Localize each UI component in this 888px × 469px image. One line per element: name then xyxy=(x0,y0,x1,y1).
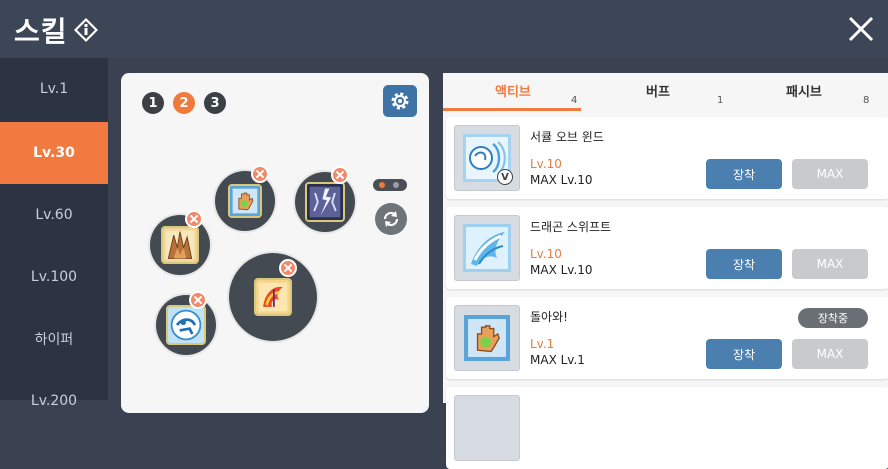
tab-active-count: 4 xyxy=(571,95,578,106)
skill-icon-frame xyxy=(454,395,520,461)
skill-max-level: MAX Lv.1 xyxy=(530,353,585,367)
v-skill-badge: V xyxy=(497,169,513,185)
page-toggle[interactable] xyxy=(373,179,407,191)
tab-passive-count: 8 xyxy=(863,95,870,106)
page-title: 스킬 xyxy=(14,15,68,48)
equipped-badge: 장착중 xyxy=(798,308,868,328)
sidebar-item-lv100[interactable]: Lv.100 xyxy=(0,246,108,308)
skill-slot-left[interactable] xyxy=(150,210,210,275)
skill-card: 돌아와! 장착중 Lv.1 MAX Lv.1 장착 MAX xyxy=(446,297,888,379)
page-dot xyxy=(393,182,399,188)
sidebar-item-lv1[interactable]: Lv.1 xyxy=(0,58,108,120)
preset-3-button[interactable]: 3 xyxy=(204,92,226,114)
rock-spike-skill-icon xyxy=(161,226,199,264)
preset-1-button[interactable]: 1 xyxy=(142,92,164,114)
remove-skill-button[interactable] xyxy=(331,166,349,184)
skill-name: 돌아와! xyxy=(530,310,568,324)
remove-skill-button[interactable] xyxy=(279,259,297,277)
remove-skill-button[interactable] xyxy=(251,165,269,183)
info-diamond-icon[interactable] xyxy=(72,16,100,44)
header: 스킬 xyxy=(0,0,888,58)
skill-slot-bottom-left[interactable] xyxy=(156,291,216,355)
fire-swirl-skill-icon xyxy=(254,278,292,316)
remove-skill-button[interactable] xyxy=(185,210,203,228)
equip-button[interactable]: 장착 xyxy=(706,159,782,189)
close-icon[interactable] xyxy=(842,10,880,48)
skill-level: Lv.1 xyxy=(530,337,555,351)
tab-buff[interactable]: 버프 xyxy=(646,81,670,100)
dash-skill-icon xyxy=(166,305,206,345)
skill-card xyxy=(446,387,888,469)
dragon-swift-skill-icon xyxy=(463,224,511,272)
skill-max-level: MAX Lv.10 xyxy=(530,173,593,187)
sidebar-item-hyper[interactable]: 하이퍼 xyxy=(0,308,108,370)
refresh-icon xyxy=(383,211,399,227)
skill-icon-frame xyxy=(454,305,520,371)
skill-icon-frame xyxy=(454,215,520,281)
hand-skill-icon xyxy=(228,184,262,218)
skill-level: Lv.10 xyxy=(530,157,562,171)
skill-max-level: MAX Lv.10 xyxy=(530,263,593,277)
page-dot-active xyxy=(379,182,385,188)
equip-button[interactable]: 장착 xyxy=(706,249,782,279)
rotate-button[interactable] xyxy=(375,203,407,235)
hand-skill-icon xyxy=(464,315,510,361)
skill-name: 서큘 오브 윈드 xyxy=(530,130,604,144)
equip-button[interactable]: 장착 xyxy=(706,339,782,369)
settings-button[interactable] xyxy=(383,85,417,117)
max-button[interactable]: MAX xyxy=(792,339,868,369)
skill-slot-center[interactable] xyxy=(229,253,317,341)
gear-icon xyxy=(391,92,409,110)
skill-slot-panel: 1 2 3 xyxy=(121,73,429,413)
sidebar-item-lv30[interactable]: Lv.30 xyxy=(0,122,108,184)
max-button[interactable]: MAX xyxy=(792,249,868,279)
skill-level: Lv.10 xyxy=(530,247,562,261)
sidebar-item-lv60[interactable]: Lv.60 xyxy=(0,184,108,246)
remove-skill-button[interactable] xyxy=(189,291,207,309)
skill-icon-frame: V xyxy=(454,125,520,191)
tab-passive[interactable]: 패시브 xyxy=(786,81,822,100)
preset-2-button[interactable]: 2 xyxy=(173,92,195,114)
skill-list-panel: 액티브 4 버프 1 패시브 8 V 서큘 오브 윈드 Lv.10 MAX Lv… xyxy=(443,73,888,469)
skill-slot-top[interactable] xyxy=(215,165,275,231)
tab-active[interactable]: 액티브 xyxy=(495,81,531,100)
level-sidebar: Lv.1 Lv.30 Lv.60 Lv.100 하이퍼 Lv.200 xyxy=(0,58,108,409)
skill-card: V 서큘 오브 윈드 Lv.10 MAX Lv.10 장착 MAX xyxy=(446,117,888,199)
tab-buff-count: 1 xyxy=(717,95,724,106)
sidebar-item-lv200[interactable]: Lv.200 xyxy=(0,370,108,432)
skill-name: 드래곤 스위프트 xyxy=(530,220,612,234)
max-button[interactable]: MAX xyxy=(792,159,868,189)
lightning-skill-icon xyxy=(305,182,345,222)
skill-slot-top-right[interactable] xyxy=(295,166,355,232)
skill-card: 드래곤 스위프트 Lv.10 MAX Lv.10 장착 MAX xyxy=(446,207,888,289)
active-tab-indicator xyxy=(443,108,581,111)
